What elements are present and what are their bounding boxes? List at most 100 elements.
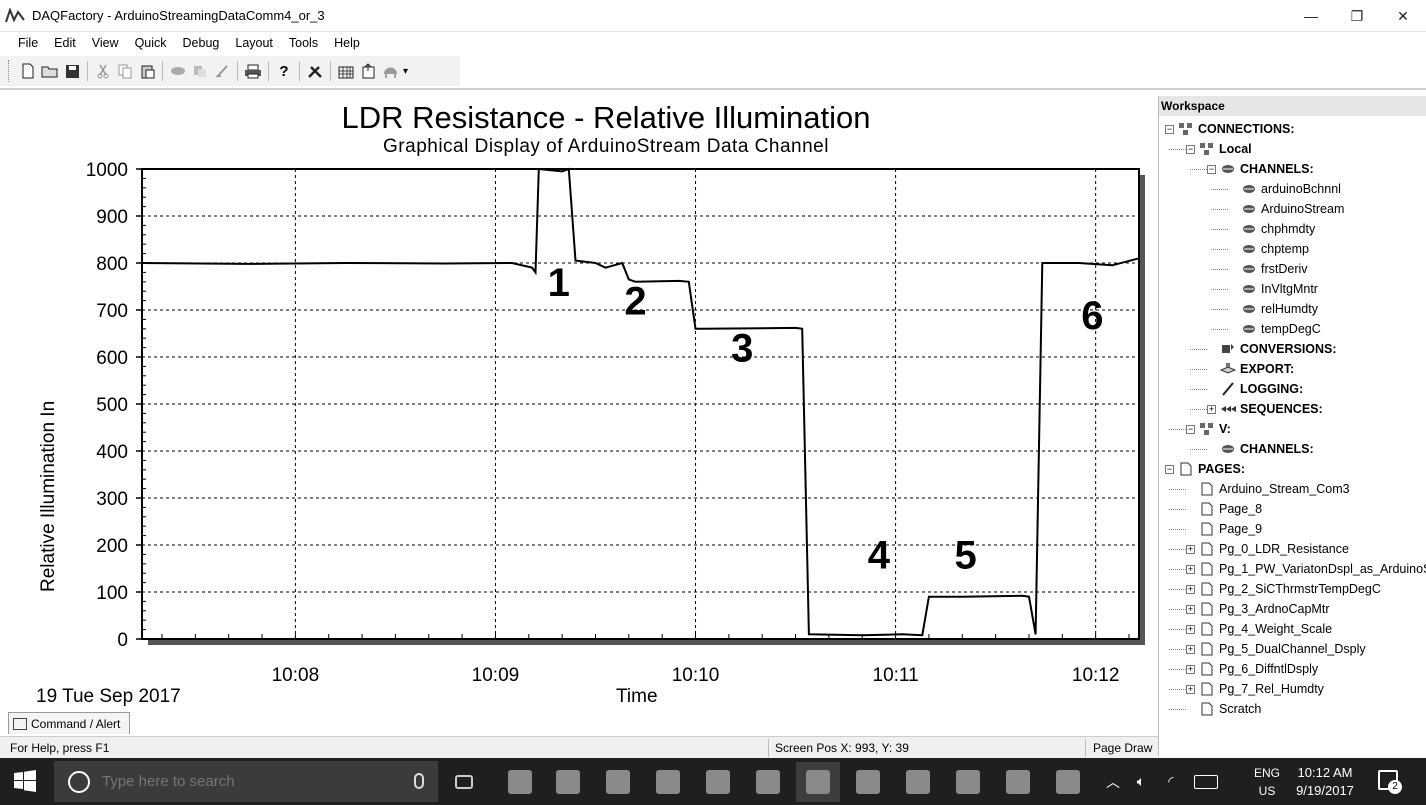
expand-icon[interactable]: +	[1186, 584, 1195, 594]
windows-start-icon[interactable]	[14, 770, 36, 792]
document-app-icon[interactable]	[946, 762, 990, 802]
grid-icon[interactable]	[335, 60, 357, 82]
minimize-button[interactable]: —	[1288, 0, 1334, 32]
tree-node[interactable]: + Pg_7_Rel_Humdty	[1186, 679, 1324, 699]
tree-node[interactable]: + Pg_1_PW_VariatonDspl_as_ArduinoSt	[1186, 559, 1426, 579]
tree-node[interactable]: + Pg_3_ArdnoCapMtr	[1186, 599, 1329, 619]
menu-file[interactable]: File	[10, 36, 46, 50]
tree-node[interactable]: CHANNELS:	[1207, 439, 1314, 459]
menu-layout[interactable]: Layout	[227, 36, 281, 50]
copy-icon[interactable]	[114, 60, 136, 82]
menu-tools[interactable]: Tools	[281, 36, 326, 50]
show-hidden-icons-icon[interactable]: ︿	[1100, 772, 1126, 792]
image-app-icon[interactable]	[996, 762, 1040, 802]
word-icon[interactable]	[596, 762, 640, 802]
tree-node[interactable]: − PAGES:	[1165, 459, 1245, 479]
tree-node[interactable]: + Pg_5_DualChannel_Dsply	[1186, 639, 1366, 659]
dome-icon[interactable]	[379, 60, 401, 82]
open-icon[interactable]	[39, 60, 61, 82]
chart-page[interactable]: LDR Resistance - Relative Illumination G…	[6, 92, 1156, 710]
arduino-icon[interactable]	[1046, 762, 1090, 802]
edge-icon[interactable]	[498, 762, 542, 802]
toolbar-grip[interactable]	[8, 60, 11, 82]
tree-node[interactable]: + Pg_0_LDR_Resistance	[1186, 539, 1349, 559]
tree-node[interactable]: Page_9	[1186, 519, 1262, 539]
menu-quick[interactable]: Quick	[127, 36, 175, 50]
paste-icon[interactable]	[136, 60, 158, 82]
keyboard-icon[interactable]	[1186, 774, 1226, 789]
expand-icon[interactable]: +	[1207, 404, 1216, 414]
taskbar-clock[interactable]: 10:12 AM 9/19/2017	[1290, 764, 1360, 800]
expand-icon[interactable]: +	[1186, 664, 1195, 674]
taskbar-search-input[interactable]	[102, 773, 382, 790]
tree-node[interactable]: frstDeriv	[1228, 259, 1308, 279]
volume-icon[interactable]: 🔈︎	[1126, 773, 1156, 790]
link2-icon[interactable]	[189, 60, 211, 82]
input-language[interactable]: ENG US	[1252, 764, 1282, 800]
tree-node[interactable]: CONVERSIONS:	[1207, 339, 1337, 359]
daqfactory-logo-icon[interactable]	[4, 5, 26, 27]
new-icon[interactable]	[17, 60, 39, 82]
tree-node[interactable]: InVltgMntr	[1228, 279, 1318, 299]
tree-node[interactable]: arduinoBchnnl	[1228, 179, 1341, 199]
tree-node[interactable]: Scratch	[1186, 699, 1261, 719]
menu-edit[interactable]: Edit	[46, 36, 84, 50]
outlook-icon[interactable]	[646, 762, 690, 802]
tree-node[interactable]: − V:	[1186, 419, 1231, 439]
excel-icon[interactable]	[696, 762, 740, 802]
tree-node[interactable]: LOGGING:	[1207, 379, 1303, 399]
chrome-icon[interactable]	[746, 762, 790, 802]
tree-node[interactable]: EXPORT:	[1207, 359, 1294, 379]
toolbar-overflow-icon[interactable]: ▾	[403, 66, 408, 77]
tree-node[interactable]: + SEQUENCES:	[1207, 399, 1323, 419]
tree-node[interactable]: Arduino_Stream_Com3	[1186, 479, 1350, 499]
export-icon[interactable]	[357, 60, 379, 82]
broom-icon[interactable]	[211, 60, 233, 82]
expand-icon[interactable]: +	[1186, 604, 1195, 614]
taskbar-search[interactable]	[54, 761, 438, 802]
expand-icon[interactable]: +	[1186, 544, 1195, 554]
tree-node[interactable]: + Pg_6_DiffntlDsply	[1186, 659, 1318, 679]
tools-icon[interactable]	[304, 60, 326, 82]
expand-icon[interactable]: +	[1186, 644, 1195, 654]
tree-node[interactable]: ArduinoStream	[1228, 199, 1344, 219]
restore-button[interactable]: ❐	[1334, 0, 1380, 32]
tree-node[interactable]: + Pg_2_SiCThrmstrTempDegC	[1186, 579, 1381, 599]
collapse-icon[interactable]: −	[1165, 464, 1174, 474]
expand-icon[interactable]: +	[1186, 564, 1195, 574]
close-button[interactable]: ✕	[1380, 0, 1426, 32]
tree-node[interactable]: chptemp	[1228, 239, 1309, 259]
help-icon[interactable]: ?	[273, 60, 295, 82]
tree-node[interactable]: − CHANNELS:	[1207, 159, 1314, 179]
collapse-icon[interactable]: −	[1186, 144, 1195, 154]
tree-node[interactable]: + Pg_4_Weight_Scale	[1186, 619, 1332, 639]
cut-icon[interactable]	[92, 60, 114, 82]
task-view-icon[interactable]	[442, 762, 486, 802]
save-icon[interactable]	[61, 60, 83, 82]
menu-debug[interactable]: Debug	[175, 36, 228, 50]
printer-app-icon[interactable]	[896, 762, 940, 802]
tree-node[interactable]: − CONNECTIONS:	[1165, 119, 1295, 139]
daqfactory-icon[interactable]	[796, 762, 840, 802]
expand-icon[interactable]: +	[1186, 624, 1195, 634]
tree-node[interactable]: relHumdty	[1228, 299, 1318, 319]
network-icon[interactable]: ◜	[1156, 773, 1186, 790]
cortana-icon[interactable]	[68, 770, 90, 793]
expand-icon[interactable]: +	[1186, 684, 1195, 694]
collapse-icon[interactable]: −	[1186, 424, 1195, 434]
menu-help[interactable]: Help	[326, 36, 368, 50]
command-alert-tab[interactable]: Command / Alert	[8, 712, 130, 734]
tree-node[interactable]: tempDegC	[1228, 319, 1321, 339]
print-icon[interactable]	[242, 60, 264, 82]
menu-view[interactable]: View	[84, 36, 127, 50]
network-app-icon[interactable]	[846, 762, 890, 802]
tree-node[interactable]: chphmdty	[1228, 219, 1315, 239]
tree-node[interactable]: Page_8	[1186, 499, 1262, 519]
link-icon[interactable]	[167, 60, 189, 82]
collapse-icon[interactable]: −	[1207, 164, 1216, 174]
collapse-icon[interactable]: −	[1165, 124, 1174, 134]
file-explorer-icon[interactable]	[546, 762, 590, 802]
tree-node[interactable]: − Local	[1186, 139, 1252, 159]
ldr-chart[interactable]: 1000900800700600500400300200100010:08 10:…	[6, 92, 1156, 710]
microphone-icon[interactable]	[414, 773, 424, 789]
